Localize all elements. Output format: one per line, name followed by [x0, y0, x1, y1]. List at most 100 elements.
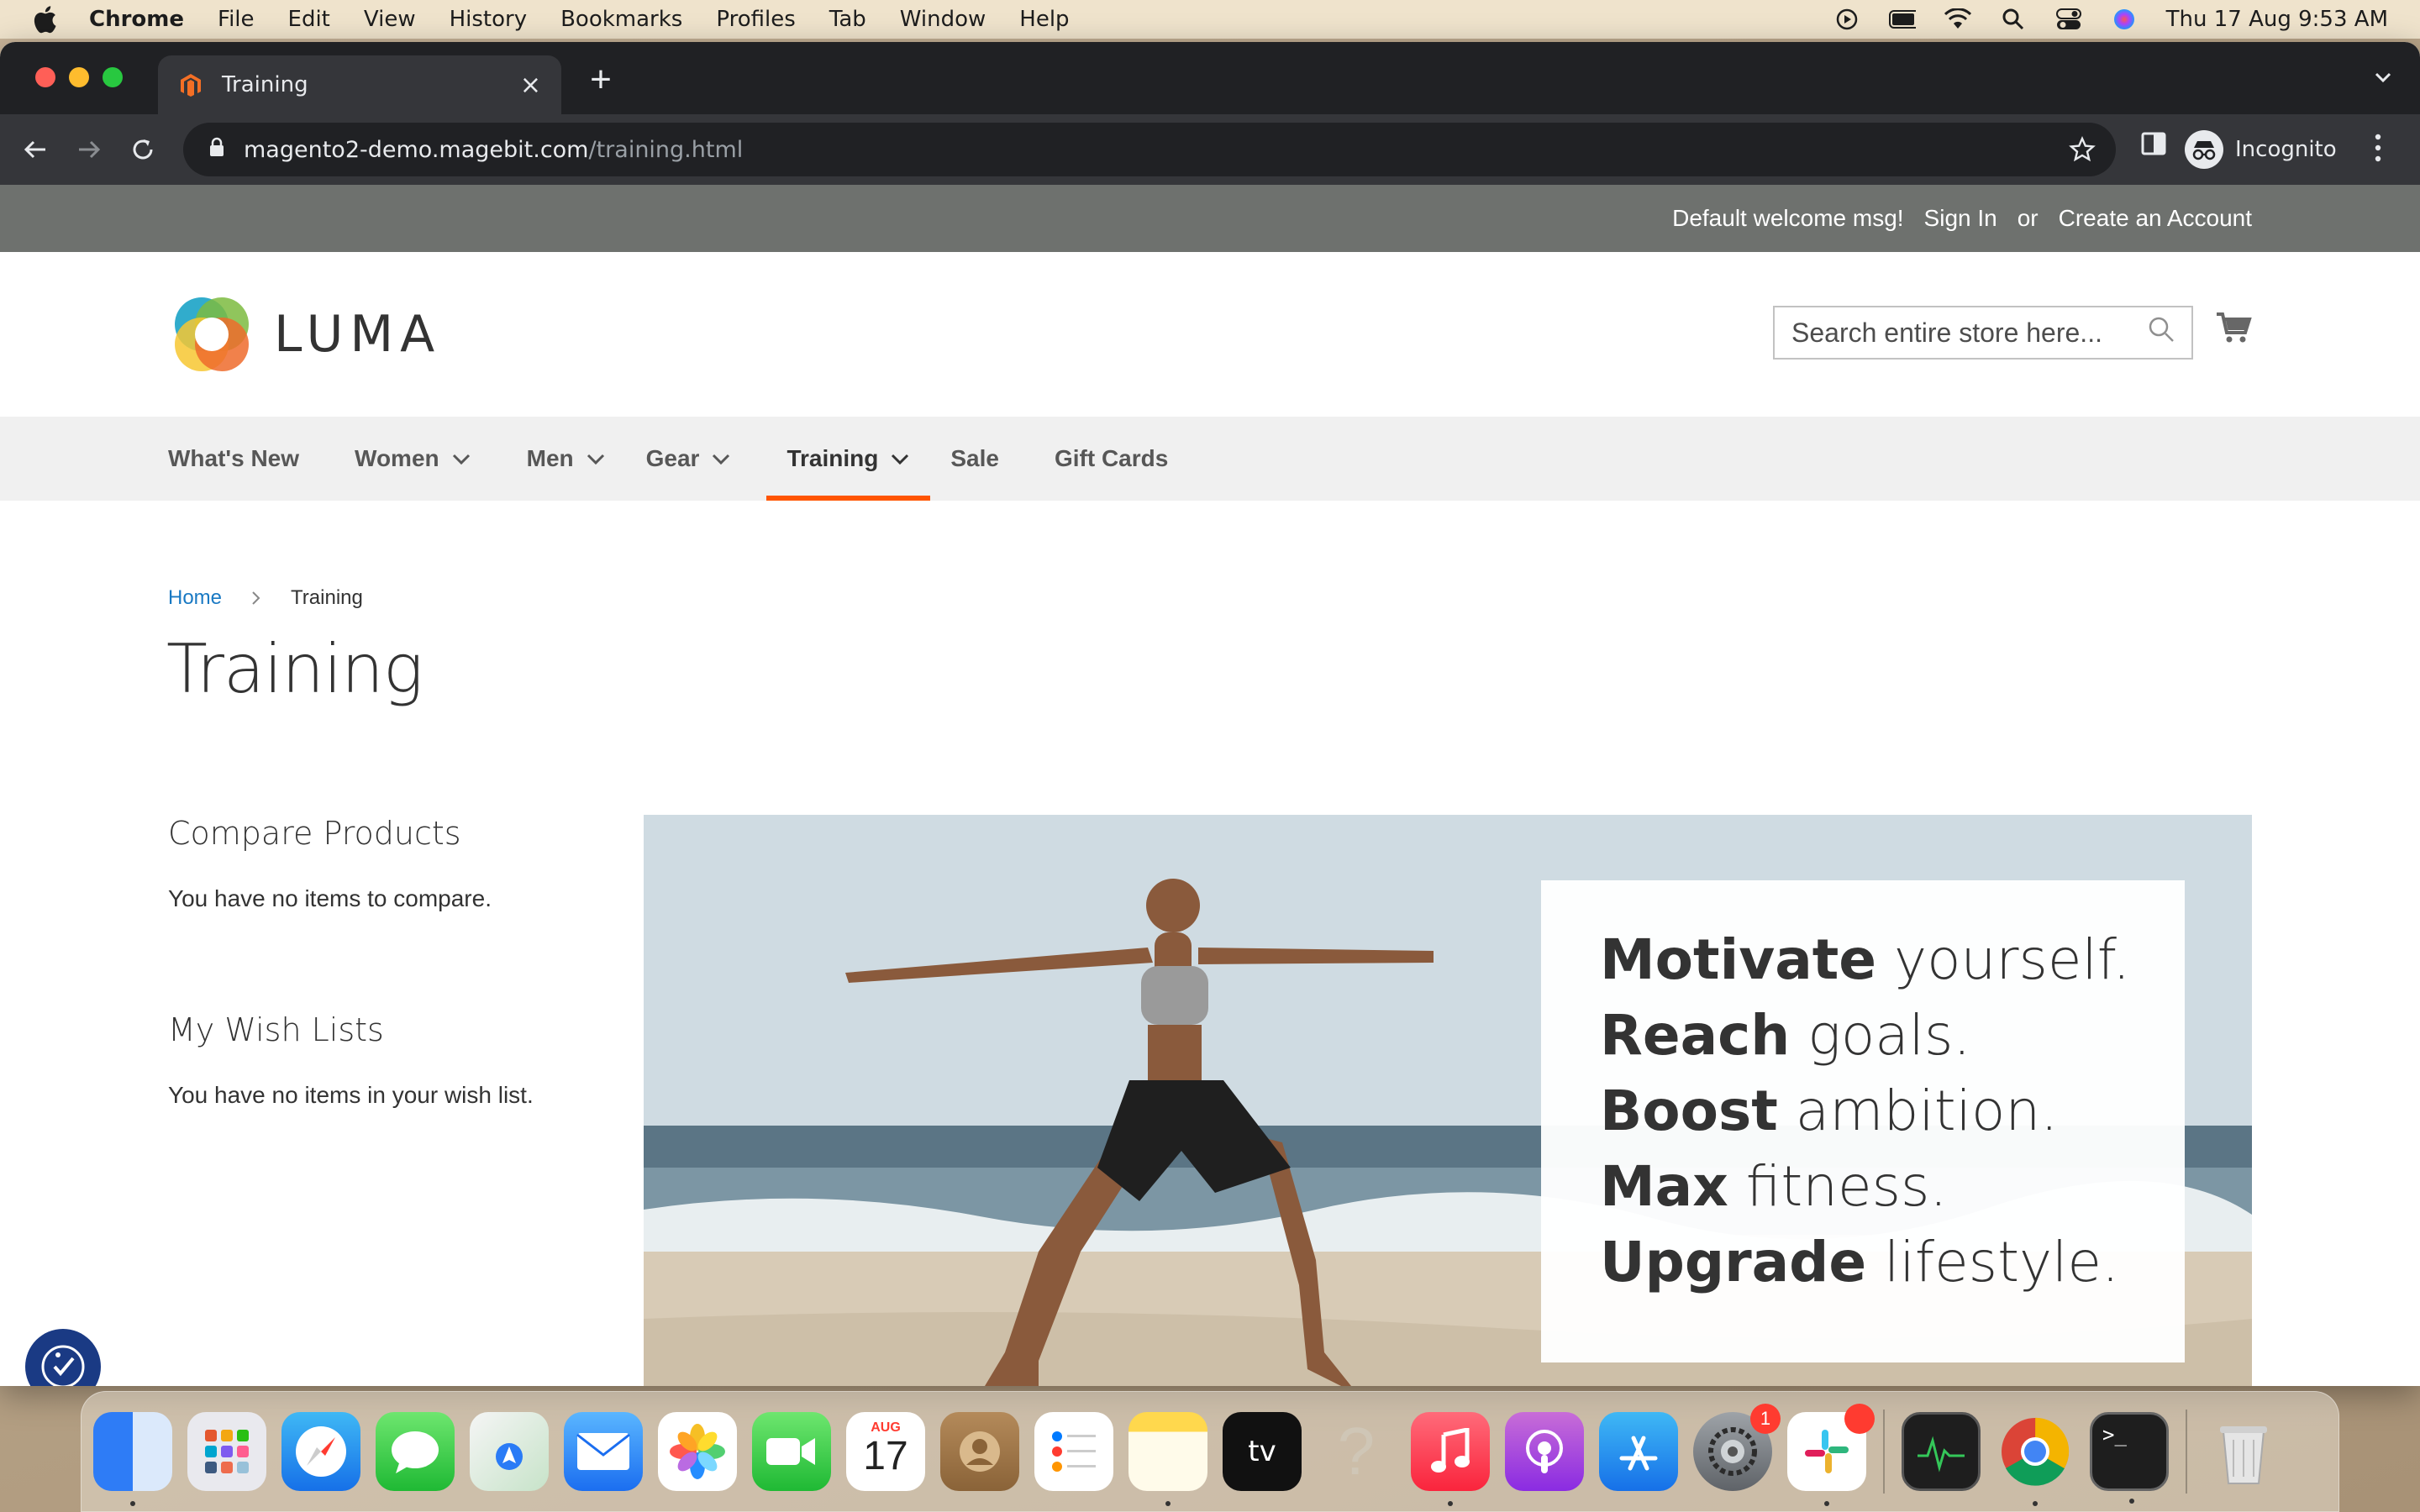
terminal-icon[interactable]: >_	[2090, 1412, 2169, 1504]
apple-menu-icon[interactable]	[32, 5, 57, 34]
menu-help[interactable]: Help	[1019, 7, 1069, 32]
menu-profiles[interactable]: Profiles	[716, 7, 795, 32]
safari-icon[interactable]	[281, 1412, 360, 1491]
nav-training[interactable]: Training	[766, 417, 931, 501]
music-icon[interactable]	[1411, 1412, 1490, 1506]
lock-icon[interactable]	[208, 137, 225, 163]
wishlist-title: My Wish Lists	[168, 1011, 384, 1048]
close-tab-icon[interactable]: ×	[520, 71, 541, 100]
search-icon[interactable]	[2148, 316, 2175, 349]
promo-line: Reach goals.	[1600, 998, 2185, 1074]
nav-gear[interactable]: Gear	[646, 417, 732, 501]
battery-icon[interactable]	[1888, 7, 1916, 32]
menu-file[interactable]: File	[218, 7, 255, 32]
nav-sale[interactable]: Sale	[950, 417, 999, 501]
reminders-icon[interactable]	[1034, 1412, 1113, 1491]
control-center-icon[interactable]	[2055, 7, 2082, 32]
search-placeholder: Search entire store here...	[1791, 317, 2102, 348]
sidebar: Compare Products You have no items to co…	[168, 815, 605, 1109]
system-settings-icon[interactable]: 1	[1693, 1404, 1781, 1491]
menu-clock[interactable]: Thu 17 Aug 9:53 AM	[2166, 7, 2388, 32]
minimize-window-button[interactable]	[69, 67, 89, 87]
welcome-message: Default welcome msg!	[1672, 205, 1904, 231]
promo-line: Max fitness.	[1600, 1149, 2185, 1225]
search-input[interactable]: Search entire store here...	[1773, 306, 2193, 360]
activity-monitor-icon[interactable]	[1902, 1412, 1981, 1491]
chevron-down-icon	[892, 454, 909, 465]
cart-icon[interactable]	[2215, 309, 2252, 350]
running-indicator	[2129, 1499, 2134, 1504]
nav-women[interactable]: Women	[355, 417, 471, 501]
facetime-icon[interactable]	[752, 1412, 831, 1491]
new-tab-button[interactable]: +	[581, 60, 620, 99]
app-store-icon[interactable]	[1599, 1412, 1678, 1491]
messages-icon[interactable]	[376, 1412, 455, 1491]
running-indicator	[2033, 1501, 2038, 1506]
siri-icon[interactable]	[2111, 7, 2138, 32]
notification-badge-dot	[1844, 1404, 1875, 1434]
close-window-button[interactable]	[35, 67, 55, 87]
sign-in-link[interactable]: Sign In	[1924, 205, 1997, 232]
maps-icon[interactable]	[470, 1412, 549, 1491]
finder-icon[interactable]	[93, 1412, 172, 1506]
notification-badge: 1	[1750, 1404, 1781, 1434]
slack-icon[interactable]	[1787, 1404, 1875, 1506]
zoom-window-button[interactable]	[103, 67, 123, 87]
tab-search-chevron-icon[interactable]	[2371, 66, 2395, 93]
nav-men[interactable]: Men	[527, 417, 606, 501]
tab-strip: Training × +	[0, 42, 2420, 114]
dock-separator	[1883, 1410, 1885, 1494]
menu-window[interactable]: Window	[900, 7, 986, 32]
create-account-link[interactable]: Create an Account	[2059, 205, 2252, 232]
spotlight-search-icon[interactable]	[2000, 7, 2027, 32]
promo-rest: ambition.	[1777, 1079, 2059, 1143]
menu-edit[interactable]: Edit	[288, 7, 330, 32]
help-question-icon[interactable]: ?	[1317, 1412, 1396, 1491]
address-bar[interactable]: magento2-demo.magebit.com/training.html	[183, 123, 2116, 176]
wishlist-empty-text: You have no items in your wish list.	[168, 1082, 534, 1108]
browser-window: Training × + magento2-demo.magebit.com/t…	[0, 42, 2420, 1386]
side-panel-icon[interactable]	[2141, 131, 2166, 160]
chrome-icon[interactable]	[1996, 1412, 2075, 1506]
mail-icon[interactable]	[564, 1412, 643, 1491]
photos-icon[interactable]	[658, 1412, 737, 1491]
wifi-icon[interactable]	[1944, 7, 1971, 32]
main-navigation: What's New Women Men Gear Training Sale …	[0, 417, 2420, 501]
incognito-profile-button[interactable]: Incognito	[2185, 124, 2353, 175]
menu-app-name[interactable]: Chrome	[89, 7, 184, 32]
chevron-right-icon	[252, 591, 260, 605]
luma-logo[interactable]: LUMA	[168, 291, 441, 378]
notes-icon[interactable]	[1128, 1412, 1207, 1506]
chevron-down-icon	[452, 454, 470, 465]
breadcrumb-home-link[interactable]: Home	[168, 586, 222, 610]
apple-tv-icon[interactable]: tv	[1223, 1412, 1302, 1491]
calendar-icon[interactable]: AUG 17	[846, 1412, 925, 1491]
menu-view[interactable]: View	[364, 7, 416, 32]
launchpad-icon[interactable]	[187, 1412, 266, 1491]
bookmark-star-icon[interactable]	[2069, 136, 2096, 169]
trash-icon[interactable]	[2204, 1412, 2283, 1491]
accessibility-widget-button[interactable]	[25, 1329, 101, 1386]
profile-label: Incognito	[2235, 137, 2337, 162]
tab-training[interactable]: Training ×	[158, 55, 561, 114]
nav-label: Women	[355, 445, 439, 471]
promo-rest: yourself.	[1876, 927, 2131, 992]
nav-whats-new[interactable]: What's New	[168, 417, 299, 501]
forward-button[interactable]	[71, 131, 108, 168]
nav-gift-cards[interactable]: Gift Cards	[1055, 417, 1168, 501]
menu-tab[interactable]: Tab	[829, 7, 866, 32]
accessibility-icon	[41, 1345, 85, 1386]
incognito-icon	[2185, 130, 2223, 169]
menu-history[interactable]: History	[450, 7, 528, 32]
back-button[interactable]	[17, 131, 54, 168]
podcasts-icon[interactable]	[1505, 1412, 1584, 1491]
url-path: /training.html	[588, 136, 744, 163]
menu-bookmarks[interactable]: Bookmarks	[560, 7, 682, 32]
contacts-icon[interactable]	[940, 1412, 1019, 1491]
tab-title: Training	[222, 72, 308, 97]
compare-block: Compare Products You have no items to co…	[168, 815, 605, 912]
store-panel-header: Default welcome msg! Sign In or Create a…	[0, 185, 2420, 252]
chrome-menu-icon[interactable]	[2373, 133, 2383, 167]
screen-recording-icon[interactable]	[1833, 7, 1860, 32]
reload-button[interactable]	[124, 131, 161, 168]
